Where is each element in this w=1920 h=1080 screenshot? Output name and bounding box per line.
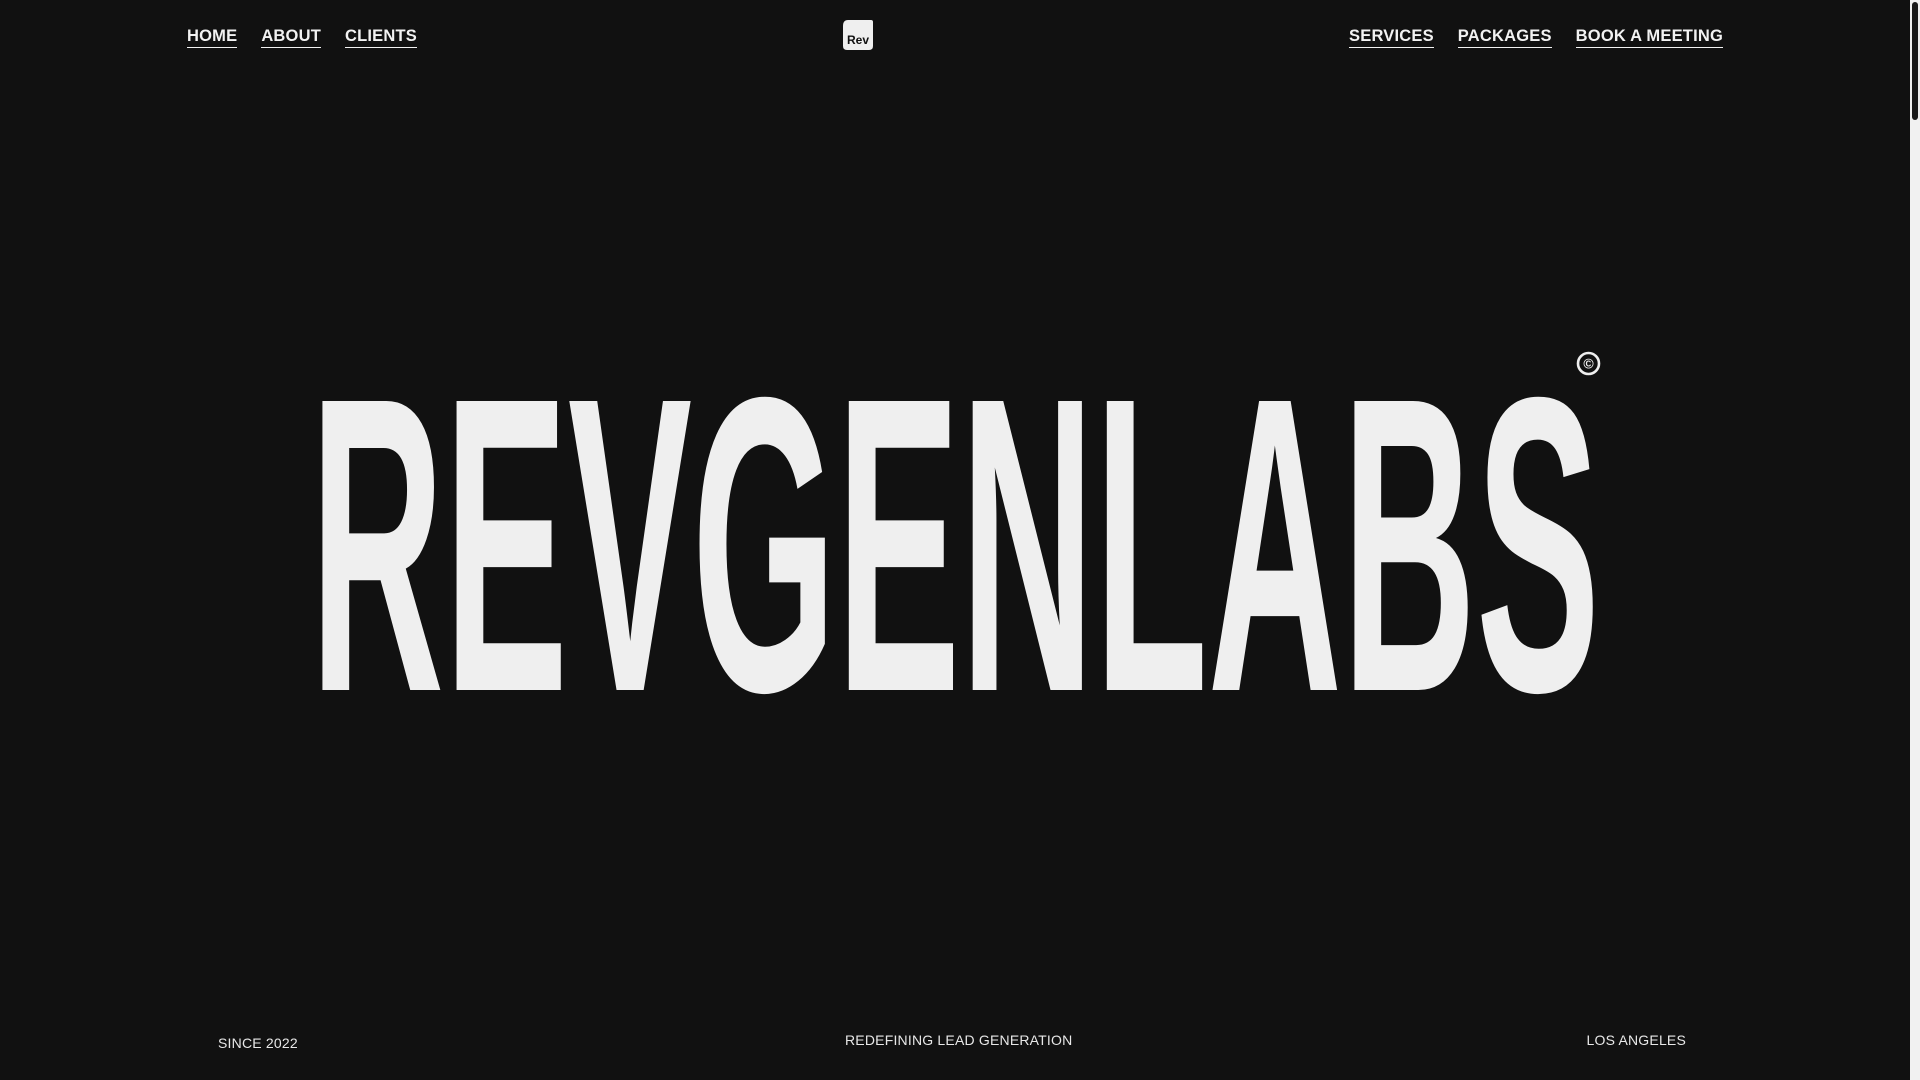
vertical-scrollbar[interactable]: [1910, 0, 1920, 1080]
nav-link-about[interactable]: ABOUT: [261, 26, 321, 48]
nav-link-clients[interactable]: CLIENTS: [344, 26, 417, 48]
hero-section: REVGENLABS: [0, 350, 1910, 700]
rev-logo-svg: Rev: [843, 20, 873, 50]
copyright-letter: ©: [1583, 356, 1594, 372]
nav-link-home[interactable]: HOME: [187, 26, 238, 48]
nav-link-book-a-meeting[interactable]: BOOK A MEETING: [1575, 26, 1723, 48]
tagline-text: REDEFINING LEAD GENERATION: [845, 1032, 1073, 1048]
rev-logo-icon[interactable]: Rev: [843, 20, 873, 50]
primary-nav-left: HOME ABOUT CLIENTS: [187, 26, 417, 48]
hero-wordmark: REVGENLABS: [310, 350, 1600, 700]
hero-wordmark-text: REVGENLABS: [310, 350, 1600, 700]
since-text: SINCE 2022: [218, 1035, 298, 1051]
scrollbar-thumb[interactable]: [1912, 2, 1918, 120]
nav-link-services[interactable]: SERVICES: [1349, 26, 1434, 48]
nav-link-packages[interactable]: PACKAGES: [1457, 26, 1552, 48]
location-text: LOS ANGELES: [1586, 1032, 1686, 1048]
logo-text: Rev: [847, 33, 869, 47]
primary-nav-right: SERVICES PACKAGES BOOK A MEETING: [1349, 26, 1723, 48]
copyright-icon: ©: [1576, 351, 1601, 376]
page: HOME ABOUT CLIENTS Rev REVGENLABS © SERV…: [0, 0, 1910, 1080]
